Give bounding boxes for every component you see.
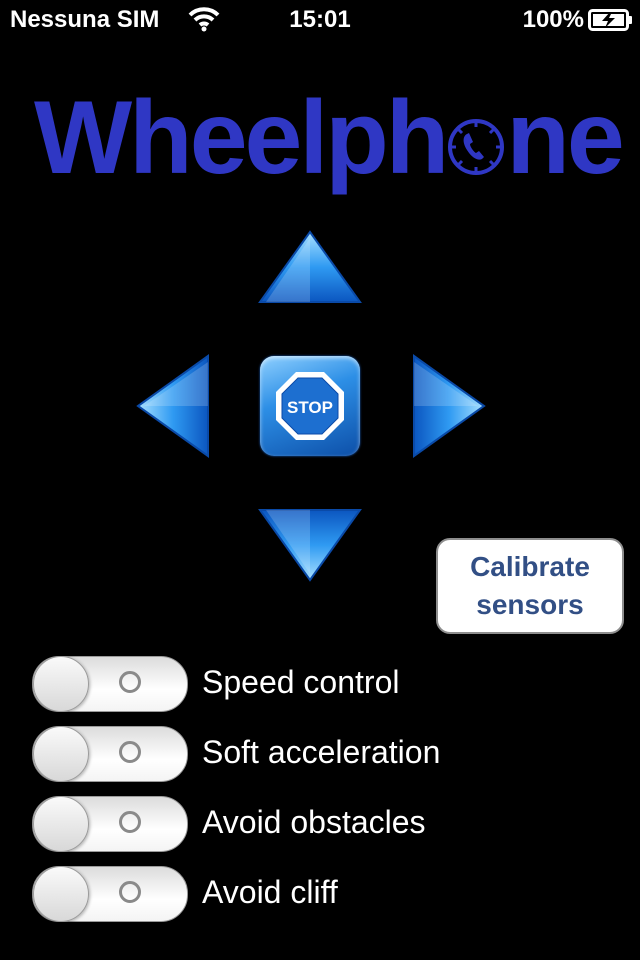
logo-text-left: Wheelph — [34, 80, 449, 196]
status-bar: Nessuna SIM 15:01 100% — [0, 0, 640, 40]
calibrate-label-line1: Calibrate — [470, 551, 590, 582]
off-indicator-icon — [119, 881, 141, 903]
stop-label: STOP — [287, 398, 333, 417]
soft-acceleration-row: Soft acceleration — [32, 726, 592, 782]
avoid-obstacles-row: Avoid obstacles — [32, 796, 592, 852]
speed-control-switch[interactable] — [32, 656, 188, 712]
calibrate-sensors-button[interactable]: Calibrate sensors — [436, 538, 624, 634]
off-indicator-icon — [119, 671, 141, 693]
calibrate-label-line2: sensors — [476, 589, 584, 620]
stop-button[interactable]: STOP — [260, 356, 360, 456]
calibrate-label: Calibrate sensors — [470, 548, 590, 624]
move-forward-button[interactable] — [258, 230, 362, 304]
avoid-obstacles-switch[interactable] — [32, 796, 188, 852]
app-logo: Wheelph ne — [34, 80, 625, 196]
phone-dial-icon — [447, 88, 505, 188]
switch-knob[interactable] — [33, 866, 89, 922]
soft-acceleration-label: Soft acceleration — [202, 734, 441, 770]
switch-knob[interactable] — [33, 656, 89, 712]
avoid-cliff-label: Avoid cliff — [202, 874, 338, 910]
avoid-obstacles-label: Avoid obstacles — [202, 804, 426, 840]
logo-text-right: ne — [506, 80, 624, 196]
battery-percent: 100% — [522, 6, 584, 33]
turn-right-button[interactable] — [412, 354, 486, 458]
avoid-cliff-switch[interactable] — [32, 866, 188, 922]
avoid-cliff-row: Avoid cliff — [32, 866, 592, 922]
battery-charging-icon — [588, 9, 634, 38]
switch-knob[interactable] — [33, 726, 89, 782]
speed-control-label: Speed control — [202, 664, 400, 700]
move-backward-button[interactable] — [258, 508, 362, 582]
soft-acceleration-switch[interactable] — [32, 726, 188, 782]
off-indicator-icon — [119, 741, 141, 763]
stop-sign-icon: STOP — [276, 372, 344, 440]
off-indicator-icon — [119, 811, 141, 833]
switch-knob[interactable] — [33, 796, 89, 852]
speed-control-row: Speed control — [32, 656, 592, 712]
turn-left-button[interactable] — [136, 354, 210, 458]
